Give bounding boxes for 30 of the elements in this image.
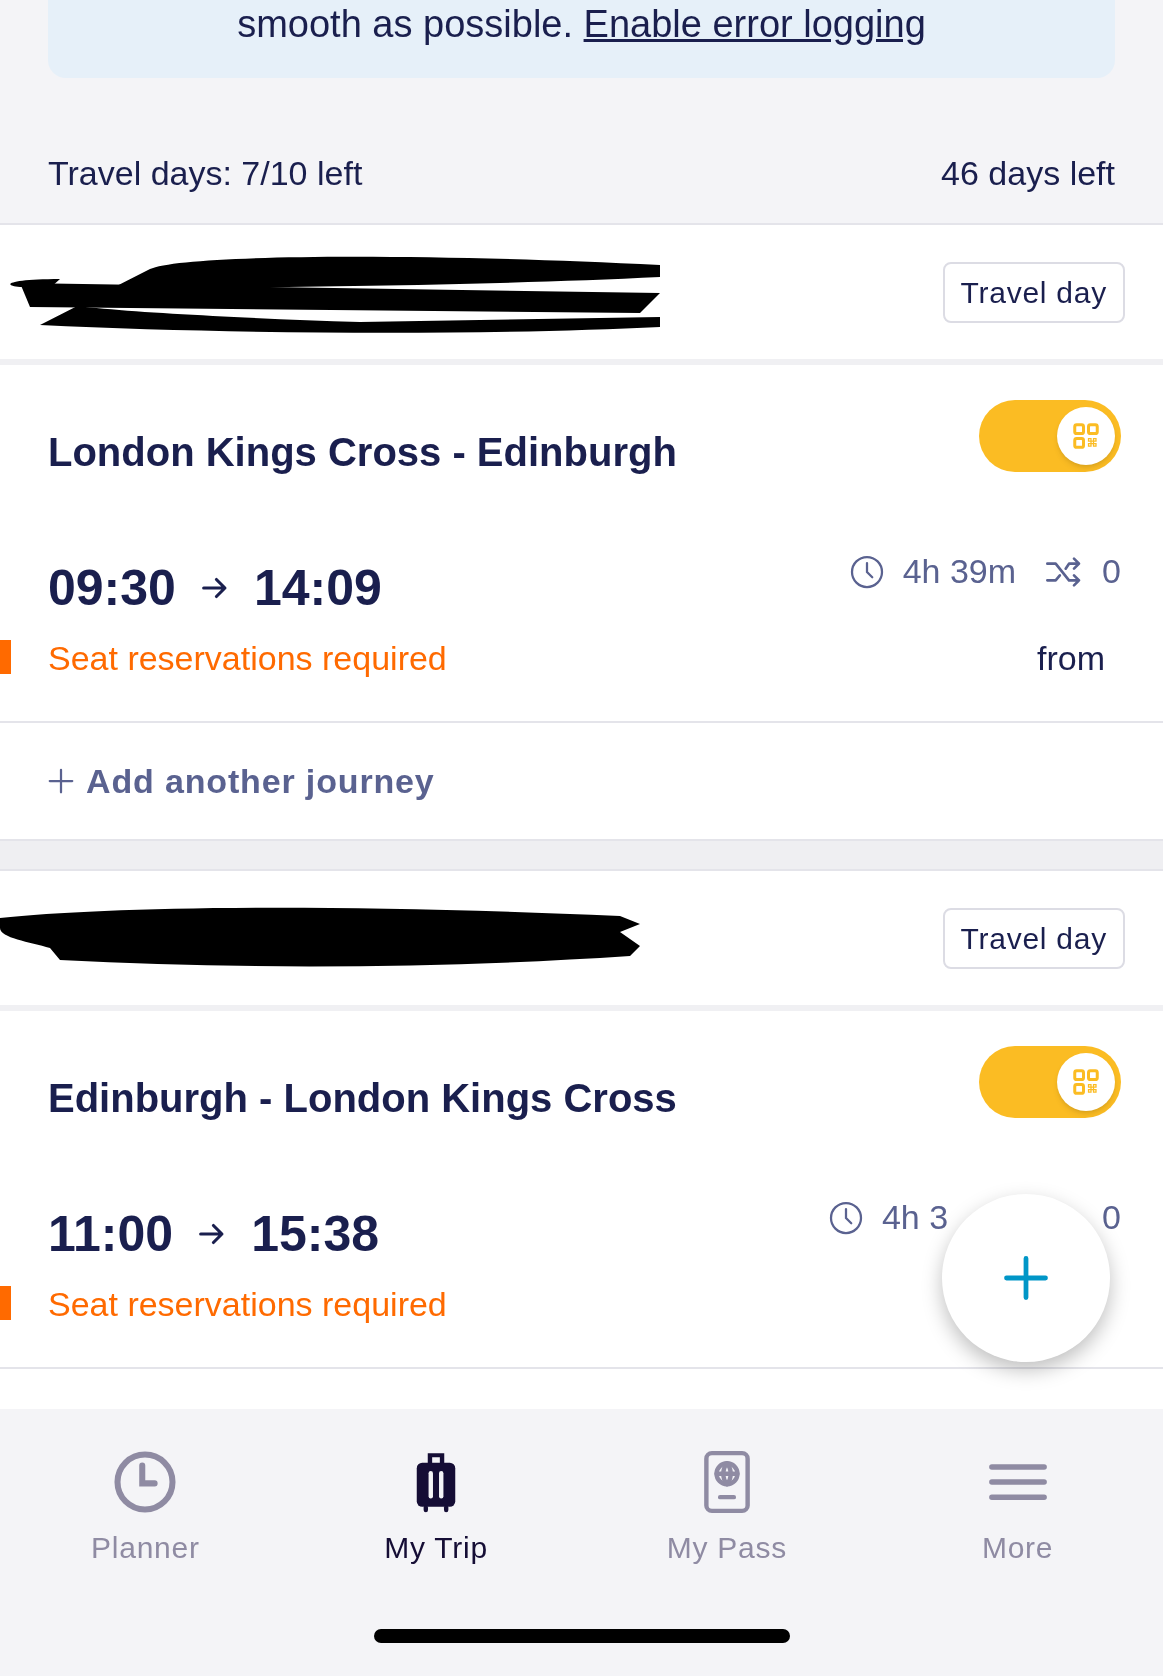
departure-time: 11:00 <box>48 1204 174 1264</box>
tab-item[interactable]: My Trip <box>290 1449 582 1577</box>
travel-day-badge: Travel day <box>942 261 1125 323</box>
qr-code-icon <box>1071 1067 1101 1097</box>
price-label: from <box>1037 637 1105 679</box>
travel-day-badge: Travel day <box>942 907 1125 969</box>
journey-title: London Kings Cross - Edinburgh <box>48 429 677 476</box>
days-left-text: 46 days left <box>941 153 1115 194</box>
journey-title: Edinburgh - London Kings Cross <box>48 1075 677 1122</box>
plus-icon <box>46 766 76 796</box>
arrival-time: 14:09 <box>253 558 382 618</box>
transfers-count: 0 <box>1102 1197 1121 1238</box>
arrival-time: 15:38 <box>251 1204 379 1264</box>
enable-logging-link[interactable]: Enable error logging <box>583 3 926 45</box>
notice-marker <box>0 1286 11 1320</box>
qr-code-icon <box>1071 421 1101 451</box>
departure-time: 09:30 <box>48 558 176 618</box>
journey-card[interactable]: London Kings Cross - Edinburgh 09:30 14:09 4h 39m 0 Seat reservations required from <box>0 365 1163 723</box>
journey-card[interactable]: Edinburgh - London Kings Cross 11:00 15:38 4h 3 0 Seat reservations required <box>0 1011 1163 1369</box>
clock-icon <box>848 553 885 590</box>
add-journey-button[interactable]: Add another journey <box>46 755 435 807</box>
travel-days-text: Travel days: 7/10 left <box>48 153 363 194</box>
seat-notice: Seat reservations required <box>48 1283 447 1325</box>
clock-icon <box>827 1199 864 1236</box>
banner-text: smooth as possible. Enable error logging <box>237 2 926 46</box>
transfers-count: 0 <box>1102 551 1121 592</box>
duration-text: 4h 39m <box>902 551 1017 592</box>
duration-text: 4h 3 <box>881 1197 949 1238</box>
seat-notice: Seat reservations required <box>48 637 447 679</box>
notice-marker <box>0 640 11 674</box>
